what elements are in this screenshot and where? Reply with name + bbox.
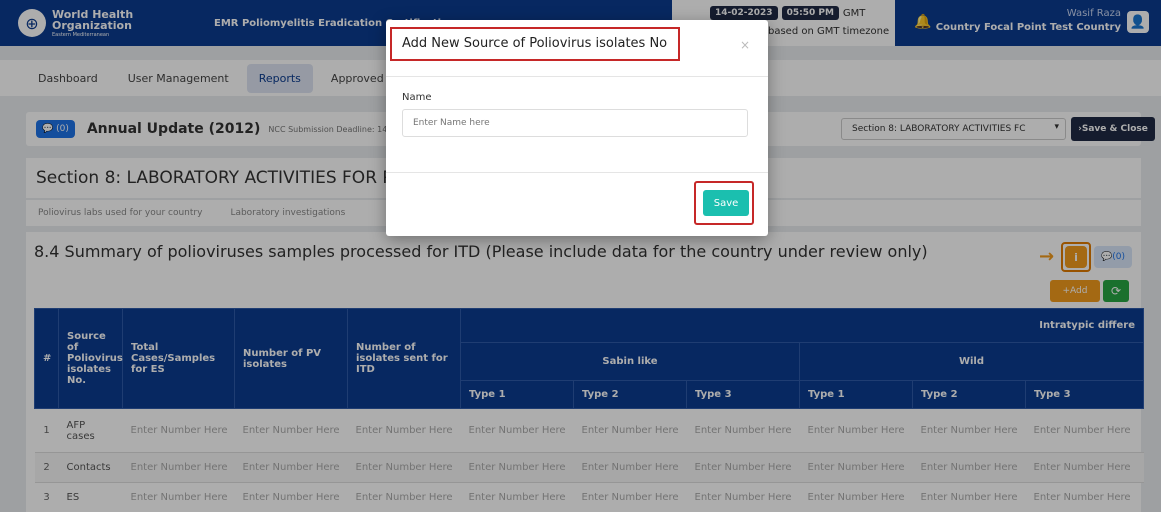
add-source-modal: Add New Source of Poliovirus isolates No…: [386, 20, 768, 236]
modal-footer-divider: [386, 172, 768, 173]
name-input[interactable]: [402, 109, 748, 137]
modal-title: Add New Source of Poliovirus isolates No: [402, 36, 668, 51]
name-label: Name: [402, 92, 432, 103]
save-button[interactable]: Save: [703, 190, 749, 216]
modal-header-divider: [386, 76, 768, 77]
close-icon[interactable]: ×: [740, 38, 750, 52]
